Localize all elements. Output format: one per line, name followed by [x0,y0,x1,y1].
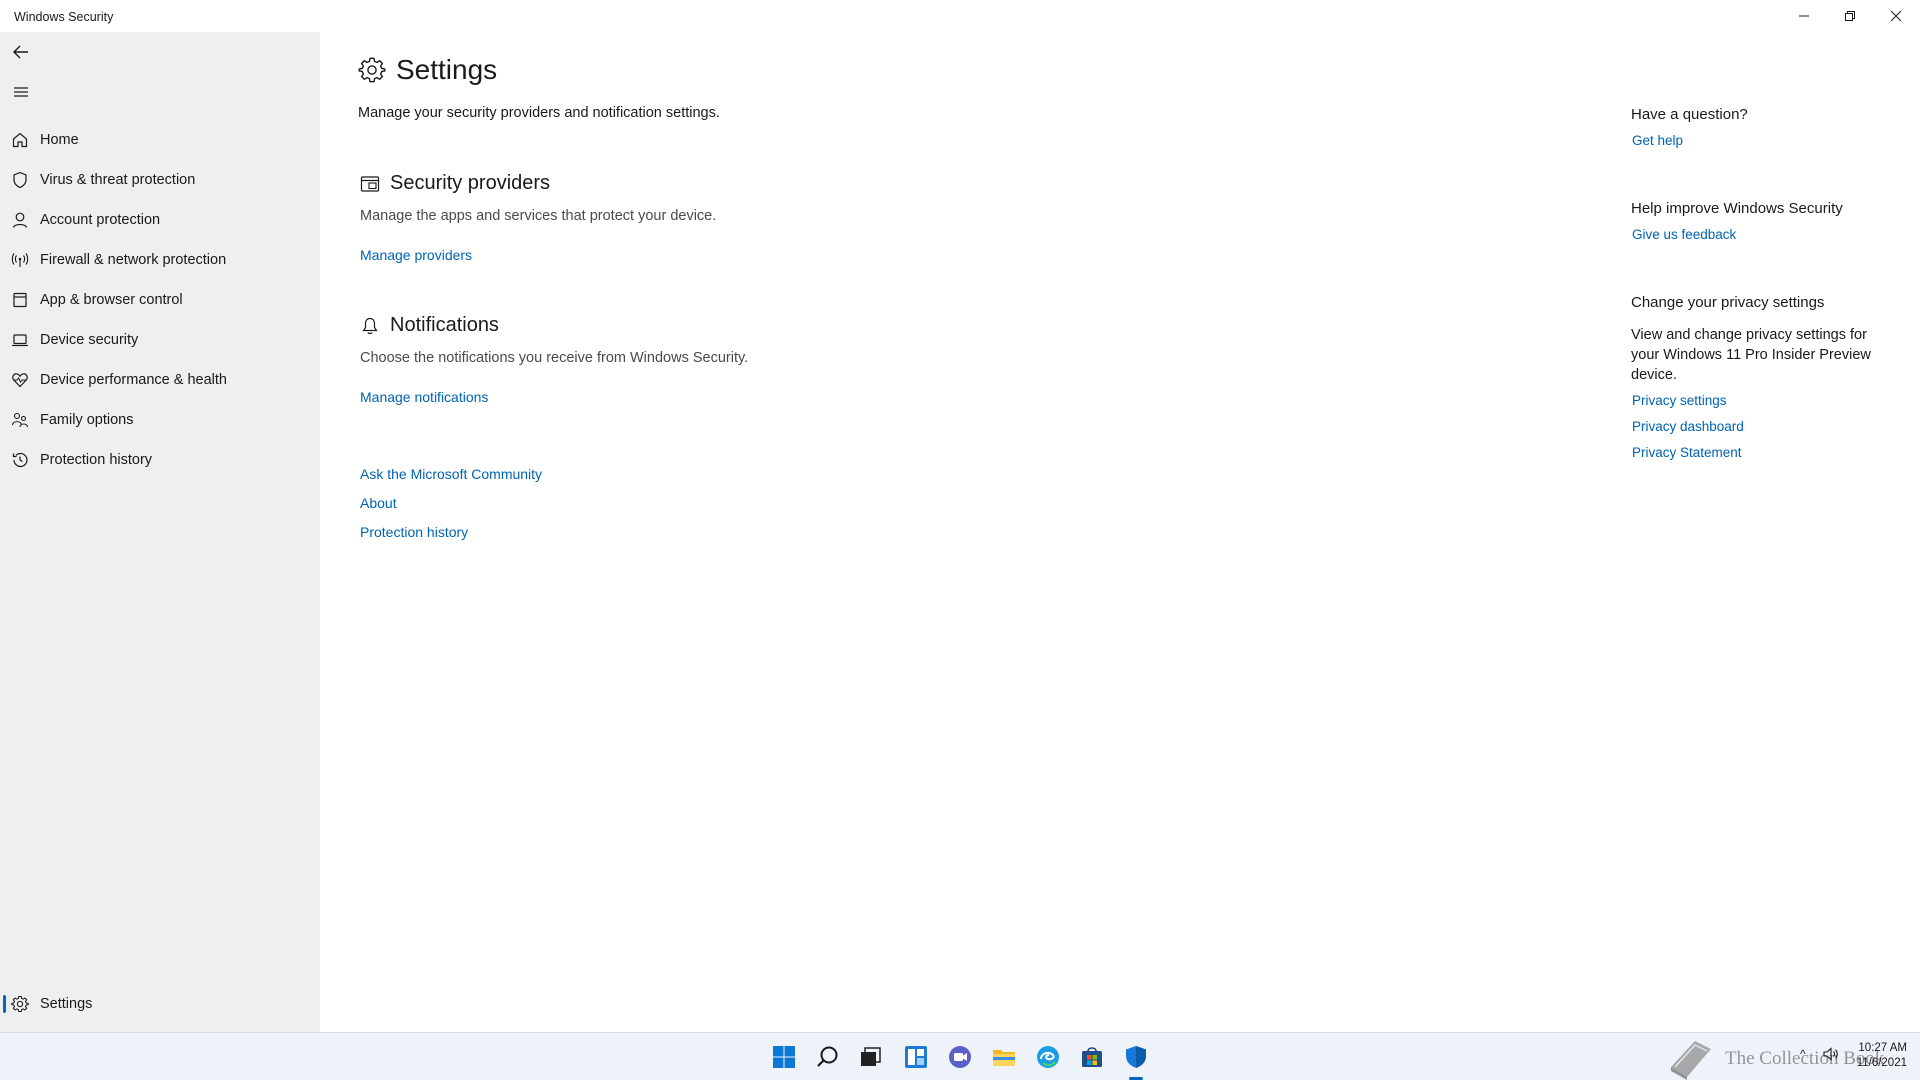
notifications-heading: Notifications [360,314,499,337]
notifications-description: Choose the notifications you receive fro… [360,350,749,366]
laptop-icon [11,331,29,349]
manage-providers-link[interactable]: Manage providers [360,247,472,263]
clock-date: 11/6/2021 [1856,1057,1907,1069]
volume-icon [1823,1047,1838,1061]
sidebar-item-virus-threat[interactable]: Virus & threat protection [0,160,320,200]
hamburger-icon [14,87,28,97]
section-title: Notifications [390,314,499,336]
widgets-icon [905,1046,927,1068]
sidebar-item-label: Device security [40,332,139,348]
privacy-heading: Change your privacy settings [1631,294,1825,311]
sidebar-item-firewall[interactable]: Firewall & network protection [0,240,320,280]
sidebar-item-label: Device performance & health [40,372,227,388]
sidebar-item-label: Firewall & network protection [40,252,227,268]
sidebar-item-device-security[interactable]: Device security [0,320,320,360]
main-content: Settings Manage your security providers … [320,32,1920,1032]
sidebar-item-settings[interactable]: Settings [0,984,320,1024]
sidebar-item-label: Family options [40,412,134,428]
sidebar-item-app-browser[interactable]: App & browser control [0,280,320,320]
chat-button[interactable] [946,1043,974,1071]
edge-button[interactable] [1034,1043,1062,1071]
windows-security-icon [1126,1046,1146,1068]
shield-icon [11,171,29,189]
store-button[interactable] [1078,1043,1106,1071]
sidebar-item-label: Account protection [40,212,161,228]
have-question-heading: Have a question? [1631,106,1748,123]
sidebar-item-account[interactable]: Account protection [0,200,320,240]
section-title: Security providers [390,172,551,194]
sidebar: Home Virus & threat protection Account p… [0,32,320,1032]
ask-community-link[interactable]: Ask the Microsoft Community [360,466,542,482]
widgets-button[interactable] [902,1043,930,1071]
providers-icon [360,175,380,192]
sidebar-item-protection-history[interactable]: Protection history [0,440,320,480]
privacy-settings-link[interactable]: Privacy settings [1632,393,1727,408]
heart-icon [11,371,29,389]
chat-icon [949,1046,971,1068]
security-providers-heading: Security providers [360,172,550,195]
page-title-text: Settings [396,54,498,85]
sidebar-item-family[interactable]: Family options [0,400,320,440]
file-explorer-icon [993,1050,1015,1066]
task-view-icon [861,1047,881,1066]
privacy-statement-link[interactable]: Privacy Statement [1632,445,1742,460]
close-icon [1890,10,1902,22]
get-help-link[interactable]: Get help [1632,133,1683,148]
give-feedback-link[interactable]: Give us feedback [1632,227,1736,242]
history-icon [11,451,29,469]
about-link[interactable]: About [360,495,397,511]
sidebar-item-label: Protection history [40,452,153,468]
privacy-description: View and change privacy settings for you… [1631,327,1871,383]
back-arrow-icon [13,45,28,59]
sidebar-item-label: Home [40,132,79,148]
antenna-icon [11,251,29,269]
sidebar-item-performance-health[interactable]: Device performance & health [0,360,320,400]
minimize-button[interactable] [1781,0,1827,32]
gear-icon [11,995,29,1013]
clock-time: 10:27 AM [1858,1042,1907,1054]
bell-icon [362,317,378,334]
chevron-up-icon: ^ [1800,1047,1806,1061]
restore-icon [1845,11,1855,21]
task-view-button[interactable] [857,1043,885,1071]
security-providers-description: Manage the apps and services that protec… [360,208,717,224]
start-icon [773,1046,795,1068]
close-button[interactable] [1873,0,1919,32]
start-button[interactable] [770,1043,798,1071]
manage-notifications-link[interactable]: Manage notifications [360,389,488,405]
person-icon [11,211,29,229]
book-icon [1671,1041,1711,1080]
menu-button[interactable] [8,79,34,105]
page-title: Settings [358,54,497,86]
page-subtitle: Manage your security providers and notif… [358,105,720,121]
sidebar-item-label: Settings [40,996,93,1012]
family-icon [11,411,29,429]
tray-chevron[interactable]: ^ [1800,1047,1806,1061]
file-explorer-button[interactable] [990,1043,1018,1071]
window-title: Windows Security [14,10,114,24]
privacy-dashboard-link[interactable]: Privacy dashboard [1632,419,1744,434]
home-icon [11,131,29,149]
gear-icon [358,57,386,83]
protection-history-link[interactable]: Protection history [360,524,468,540]
sidebar-item-home[interactable]: Home [0,120,320,160]
sidebar-item-label: App & browser control [40,292,183,308]
back-button[interactable] [8,39,34,65]
search-icon [817,1046,838,1067]
minimize-icon [1799,15,1809,17]
volume-button[interactable] [1822,1045,1840,1066]
edge-icon [1037,1046,1059,1068]
windows-security-button[interactable] [1122,1043,1150,1071]
help-improve-heading: Help improve Windows Security [1631,200,1843,217]
app-window-icon [11,291,29,309]
sidebar-item-label: Virus & threat protection [40,172,196,188]
watermark: The Collection Book [1665,1037,1884,1081]
selection-indicator [3,995,6,1013]
clock[interactable]: 10:27 AM 11/6/2021 [1855,1041,1907,1071]
store-icon [1082,1047,1102,1067]
taskbar: The Collection Book ^ 10:27 AM 11/6/2021 [0,1032,1920,1080]
search-button[interactable] [814,1043,842,1071]
title-bar: Windows Security [0,0,1920,32]
restore-button[interactable] [1827,0,1873,32]
